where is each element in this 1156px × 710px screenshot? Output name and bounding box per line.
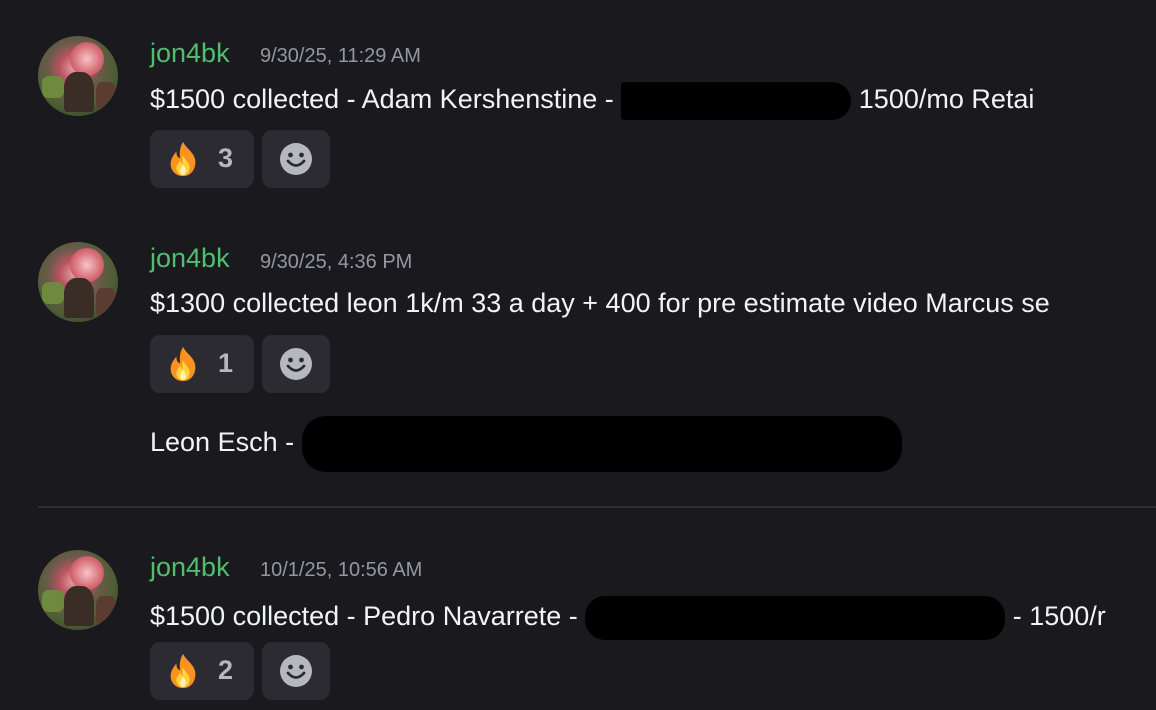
fire-icon	[164, 345, 202, 383]
timestamp[interactable]: 10/1/25, 10:56 AM	[260, 559, 422, 582]
message-text: $1500 collected - Pedro Navarrete - - 15…	[150, 596, 1106, 640]
fire-icon	[164, 652, 202, 690]
avatar[interactable]	[38, 36, 118, 116]
message-text: $1500 collected - Adam Kershenstine - 15…	[150, 82, 1034, 120]
redaction	[301, 416, 902, 472]
message-text: $1300 collected leon 1k/m 33 a day + 400…	[150, 288, 1050, 318]
reaction-fire[interactable]: 3	[150, 130, 254, 188]
username[interactable]: jon4bk	[150, 552, 230, 583]
smile-icon	[279, 142, 313, 176]
reaction-count: 2	[218, 655, 234, 685]
reaction-fire[interactable]: 1	[150, 335, 254, 393]
message-followup: Leon Esch -	[150, 416, 902, 472]
date-divider	[38, 506, 1156, 508]
timestamp[interactable]: 9/30/25, 4:36 PM	[260, 251, 412, 274]
message-text-before: $1500 collected - Adam Kershenstine -	[150, 84, 622, 115]
add-reaction-button[interactable]	[262, 130, 330, 188]
avatar[interactable]	[38, 242, 118, 322]
fire-icon	[164, 140, 202, 178]
redaction	[621, 82, 852, 120]
message-text-after: - 1500/r	[1005, 601, 1106, 632]
reaction-count: 1	[218, 348, 234, 378]
avatar[interactable]	[38, 550, 118, 630]
username[interactable]: jon4bk	[150, 38, 230, 69]
message-text-before: $1500 collected - Pedro Navarrete -	[150, 601, 586, 632]
smile-icon	[279, 347, 313, 381]
smile-icon	[279, 654, 313, 688]
add-reaction-button[interactable]	[262, 335, 330, 393]
reaction-fire[interactable]: 2	[150, 642, 254, 700]
message-text-after: 1500/mo Retai	[851, 84, 1035, 115]
timestamp[interactable]: 9/30/25, 11:29 AM	[260, 45, 421, 68]
reaction-count: 3	[218, 143, 234, 173]
redaction	[585, 596, 1006, 640]
username[interactable]: jon4bk	[150, 243, 230, 274]
add-reaction-button[interactable]	[262, 642, 330, 700]
followup-text: Leon Esch -	[150, 427, 302, 458]
